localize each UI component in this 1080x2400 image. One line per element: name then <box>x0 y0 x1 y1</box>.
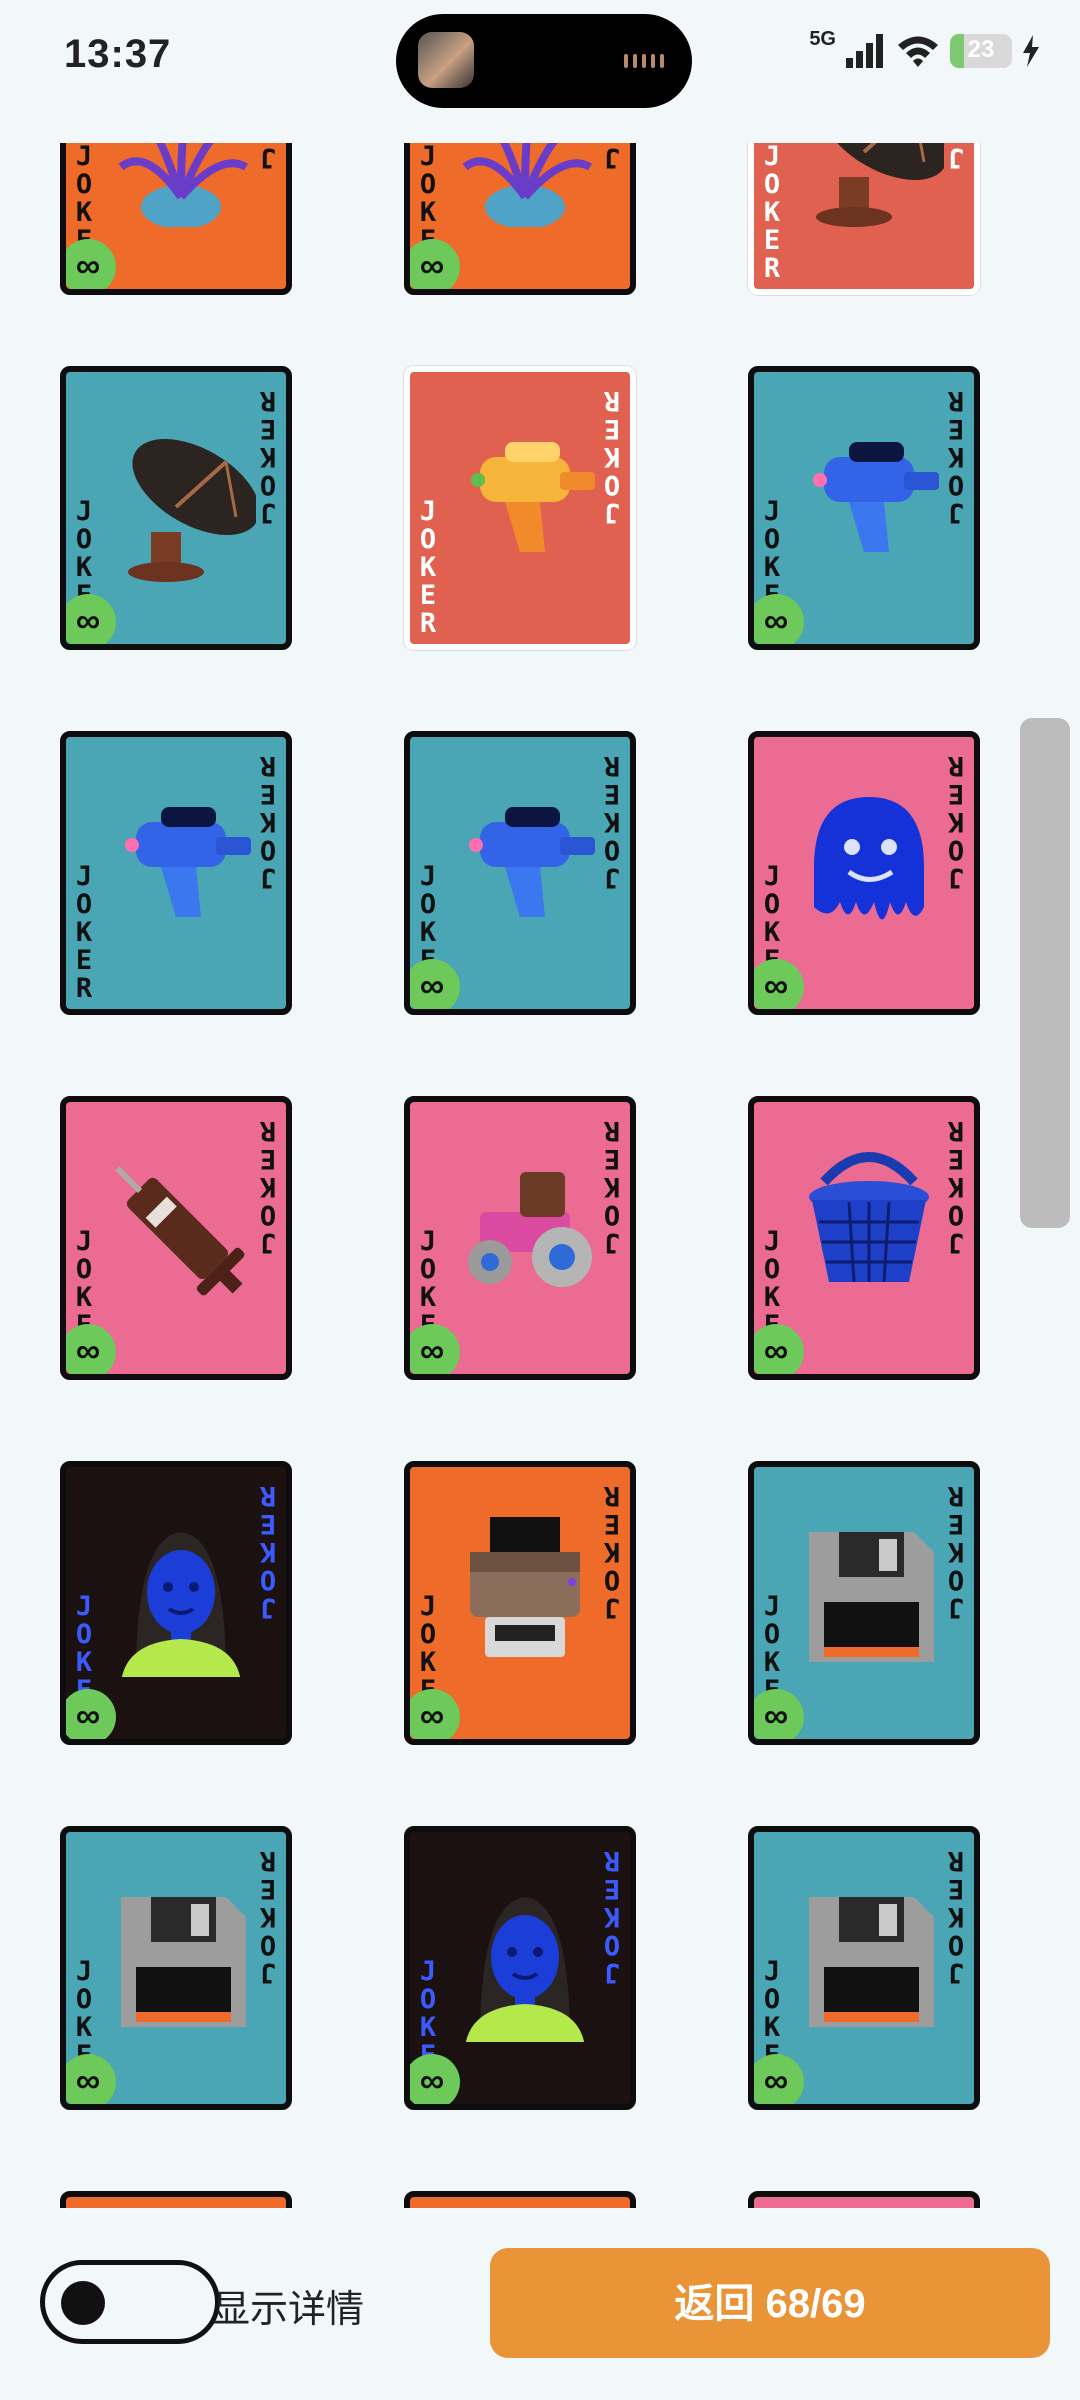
battery-icon: 23 <box>950 34 1012 68</box>
infinity-badge: ∞ <box>754 1324 804 1374</box>
card-water-gun-blue[interactable]: JOKERJOKER∞ <box>748 366 980 650</box>
infinity-badge: ∞ <box>754 959 804 1009</box>
syringe-icon <box>115 1166 245 1296</box>
card-printer[interactable]: JOKERJOKER∞ <box>404 1461 636 1745</box>
joker-label-top: JOKER <box>259 1115 277 1258</box>
infinity-badge: ∞ <box>410 2054 460 2104</box>
woman-portrait-icon <box>121 1532 241 1677</box>
dynamic-island[interactable] <box>396 14 692 108</box>
joker-label-top: JOKER <box>947 1480 965 1623</box>
card-basket[interactable]: JOKERJOKER∞ <box>748 1096 980 1380</box>
joker-label-top: JOKER <box>947 750 965 893</box>
signal-icon <box>846 34 883 68</box>
basket-icon <box>809 1152 929 1283</box>
infinity-badge: ∞ <box>66 1324 116 1374</box>
card-partial[interactable]: JOKERJOKER <box>404 2191 636 2208</box>
scrollbar-thumb[interactable] <box>1020 718 1070 1228</box>
floppy-disk-icon <box>809 1532 934 1662</box>
battery-level: 23 <box>967 36 995 63</box>
plant-pot-icon <box>462 143 593 227</box>
card-syringe[interactable]: JOKERJOKER∞ <box>60 1096 292 1380</box>
joker-label-bottom: JOKER <box>419 496 437 639</box>
tractor-icon <box>468 1172 592 1287</box>
joker-label-top: JOKER <box>947 1845 965 1988</box>
joker-label-top: JOKER <box>259 385 277 528</box>
card-water-gun-orange[interactable]: JOKER JOKER <box>404 366 636 650</box>
satellite-dish-icon <box>128 438 256 582</box>
return-button[interactable]: 返回 68/69 <box>490 2248 1050 2358</box>
card-grid[interactable]: JOKER JOKER ∞ JOKER JOKER ∞ JOKER JOKER JOKER JOK… <box>0 143 1080 2208</box>
joker-label-bottom: JOKER <box>763 143 781 284</box>
joker-label-top: JOKER <box>603 385 621 528</box>
card-floppy-disk[interactable]: JOKERJOKER∞ <box>748 1461 980 1745</box>
joker-label-top: JOKER <box>603 750 621 893</box>
infinity-badge: ∞ <box>66 594 116 644</box>
joker-label-top: JOKER <box>259 1845 277 1988</box>
card-woman-portrait[interactable]: JOKERJOKER∞ <box>60 1461 292 1745</box>
card-plant-pot[interactable]: JOKERJOKER∞ <box>404 143 636 295</box>
infinity-badge: ∞ <box>754 594 804 644</box>
status-bar: 13:37 5G 23 <box>0 0 1080 120</box>
show-details-label: 显示详情 <box>212 2289 365 2331</box>
bottom-bar: 显示详情 返回 68/69 <box>0 2208 1080 2400</box>
slime-face-icon <box>814 797 924 920</box>
water-gun-blue-icon <box>125 807 251 917</box>
card-tractor[interactable]: JOKERJOKER∞ <box>404 1096 636 1380</box>
satellite-dish-icon <box>816 143 944 227</box>
show-details-toggle[interactable] <box>40 2260 220 2344</box>
joker-label-top: JOKER <box>603 1480 621 1623</box>
joker-label-top: JOKER <box>947 1115 965 1258</box>
joker-label-top: JOKER <box>947 385 965 528</box>
infinity-badge: ∞ <box>66 1689 116 1739</box>
infinity-badge: ∞ <box>66 239 116 289</box>
joker-label-top: JOKER <box>259 1480 277 1623</box>
infinity-badge: ∞ <box>410 239 460 289</box>
water-gun-orange-icon <box>471 442 595 552</box>
card-floppy-disk[interactable]: JOKERJOKER∞ <box>60 1826 292 2110</box>
woman-portrait-icon <box>465 1897 585 2042</box>
joker-label-top: JOKER <box>603 1115 621 1258</box>
card-plant-pot[interactable]: JOKERJOKER∞ <box>60 143 292 295</box>
wifi-icon <box>898 36 938 67</box>
joker-label-top: JOKER <box>603 1845 621 1988</box>
card-slime-face[interactable]: JOKERJOKER∞ <box>748 731 980 1015</box>
island-avatar <box>418 32 474 88</box>
floppy-disk-icon <box>809 1897 934 2027</box>
card-water-gun-blue[interactable]: JOKERJOKER∞ <box>404 731 636 1015</box>
infinity-badge: ∞ <box>410 959 460 1009</box>
floppy-disk-icon <box>121 1897 246 2027</box>
water-gun-blue-icon <box>813 442 939 552</box>
card-partial[interactable]: JOKERJOKER <box>748 2191 980 2208</box>
joker-label-top: JOKER <box>947 143 965 173</box>
infinity-badge: ∞ <box>754 1689 804 1739</box>
status-time: 13:37 <box>64 32 172 76</box>
joker-label-top: JOKER <box>259 143 277 173</box>
joker-label-top: JOKER <box>603 143 621 173</box>
card-satellite-dish[interactable]: JOKER JOKER <box>748 143 980 295</box>
card-water-gun-blue[interactable]: JOKER JOKER <box>60 731 292 1015</box>
card-satellite-dish[interactable]: JOKERJOKER∞ <box>60 366 292 650</box>
charging-icon <box>1023 35 1039 67</box>
infinity-badge: ∞ <box>410 1324 460 1374</box>
infinity-badge: ∞ <box>410 1689 460 1739</box>
status-icons: 5G 23 <box>809 28 1040 68</box>
plant-pot-icon <box>118 143 249 227</box>
toggle-knob <box>61 2281 105 2325</box>
joker-label-top: JOKER <box>259 750 277 893</box>
joker-label-bottom: JOKER <box>75 861 93 1004</box>
infinity-badge: ∞ <box>66 2054 116 2104</box>
card-partial[interactable]: JOKERJOKER <box>60 2191 292 2208</box>
infinity-badge: ∞ <box>754 2054 804 2104</box>
card-floppy-disk[interactable]: JOKERJOKER∞ <box>748 1826 980 2110</box>
card-woman-portrait[interactable]: JOKERJOKER∞ <box>404 1826 636 2110</box>
network-type-label: 5G <box>809 27 836 50</box>
printer-icon <box>470 1517 580 1657</box>
water-gun-blue-icon <box>469 807 595 917</box>
audio-wave-icon <box>624 54 664 68</box>
